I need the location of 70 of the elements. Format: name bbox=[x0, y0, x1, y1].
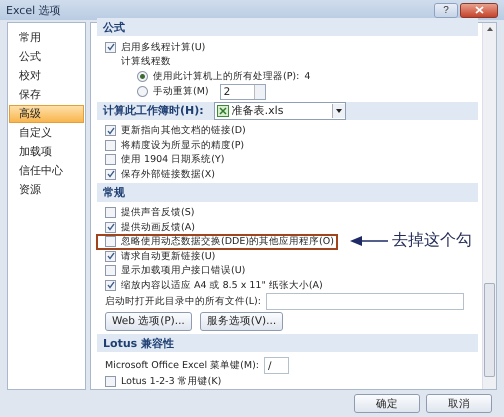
radio-label: 使用此计算机上的所有处理器(P): bbox=[153, 70, 300, 83]
close-button[interactable] bbox=[460, 2, 498, 18]
spreadsheet-icon bbox=[216, 104, 229, 117]
checkbox-label: 启用多线程计算(U) bbox=[121, 40, 206, 54]
checkbox[interactable] bbox=[105, 125, 116, 136]
check-icon bbox=[106, 281, 114, 290]
dialog-button[interactable]: 取消 bbox=[426, 394, 492, 413]
check-icon bbox=[106, 43, 114, 52]
sidebar-item[interactable]: 保存 bbox=[9, 86, 84, 104]
checkbox-label: 保存外部链接数据(X) bbox=[121, 168, 215, 181]
sidebar-item[interactable]: 高级 bbox=[9, 105, 84, 123]
checkbox[interactable] bbox=[105, 250, 116, 262]
workbook-dropdown[interactable]: 准备表.xls bbox=[214, 102, 346, 120]
checkbox-label: 更新指向其他文档的链接(D) bbox=[121, 124, 246, 138]
sidebar-item[interactable]: 自定义 bbox=[9, 124, 84, 142]
radio-button[interactable] bbox=[137, 86, 148, 97]
check-icon bbox=[106, 126, 114, 135]
checkbox-label: Lotus 1-2-3 常用键(K) bbox=[121, 375, 222, 388]
checkbox-label: 缩放内容以适应 A4 或 8.5 x 11" 纸张大小(A) bbox=[121, 278, 323, 292]
checkbox[interactable] bbox=[105, 265, 116, 276]
checkbox[interactable] bbox=[105, 140, 116, 151]
section-title: 计算此工作簿时(H): bbox=[103, 103, 204, 118]
checkbox-label: 提供动画反馈(A) bbox=[121, 220, 195, 234]
checkbox[interactable] bbox=[105, 280, 116, 291]
checkbox-label: 将精度设为所显示的精度(P) bbox=[121, 138, 244, 152]
help-button[interactable]: ? bbox=[434, 2, 458, 18]
options-button[interactable]: Web 选项(P)... bbox=[105, 312, 192, 331]
checkbox-label: 提供声音反馈(S) bbox=[121, 206, 194, 220]
sidebar-item[interactable]: 加载项 bbox=[9, 143, 84, 161]
checkbox-label: 显示加载项用户接口错误(U) bbox=[121, 264, 246, 278]
options-button[interactable]: 服务选项(V)... bbox=[200, 312, 284, 331]
check-icon bbox=[106, 223, 114, 232]
spinner-field[interactable]: 2 bbox=[220, 84, 266, 100]
check-icon bbox=[106, 252, 114, 260]
annotation-text: 去掉这个勾 bbox=[392, 230, 472, 251]
checkbox[interactable] bbox=[105, 42, 116, 53]
sidebar-item[interactable]: 常用 bbox=[9, 29, 84, 47]
section-title: 公式 bbox=[103, 20, 125, 35]
sidebar-item[interactable]: 校对 bbox=[9, 67, 84, 85]
checkbox[interactable] bbox=[105, 236, 116, 248]
checkbox-label: 使用 1904 日期系统(Y) bbox=[121, 153, 224, 166]
close-icon bbox=[474, 6, 484, 14]
radio-button[interactable] bbox=[137, 70, 148, 82]
sidebar-item[interactable]: 信任中心 bbox=[9, 162, 84, 180]
window-title: Excel 选项 bbox=[6, 2, 62, 18]
annotation-arrow bbox=[350, 235, 388, 247]
checkbox-label: 忽略使用动态数据交换(DDE)的其他应用程序(O) bbox=[121, 235, 334, 248]
radio-label: 手动重算(M) bbox=[153, 85, 209, 98]
checkbox-label: 请求自动更新链接(U) bbox=[121, 250, 216, 263]
scroll-up-icon[interactable] bbox=[486, 27, 492, 31]
checkbox[interactable] bbox=[105, 207, 116, 218]
section-title: Lotus 兼容性 bbox=[103, 336, 174, 351]
processor-count: 4 bbox=[304, 70, 310, 82]
checkbox[interactable] bbox=[105, 376, 116, 388]
scrollbar[interactable] bbox=[482, 23, 496, 389]
sidebar-item[interactable]: 资源 bbox=[9, 181, 84, 199]
input-field[interactable]: / bbox=[264, 357, 289, 374]
group-label: 计算线程数 bbox=[121, 55, 171, 68]
dialog-button[interactable]: 确定 bbox=[354, 394, 420, 413]
field-label: Microsoft Office Excel 菜单键(M): bbox=[105, 359, 259, 372]
input-field[interactable] bbox=[266, 292, 464, 310]
check-icon bbox=[106, 170, 114, 178]
scrollbar-thumb[interactable] bbox=[484, 283, 495, 377]
checkbox[interactable] bbox=[105, 168, 116, 180]
checkbox[interactable] bbox=[105, 154, 116, 166]
caret-icon bbox=[336, 108, 342, 113]
field-label: 启动时打开此目录中的所有文件(L): bbox=[105, 294, 261, 308]
sidebar-item[interactable]: 公式 bbox=[9, 48, 84, 66]
section-title: 常规 bbox=[103, 185, 125, 200]
checkbox[interactable] bbox=[105, 222, 116, 233]
